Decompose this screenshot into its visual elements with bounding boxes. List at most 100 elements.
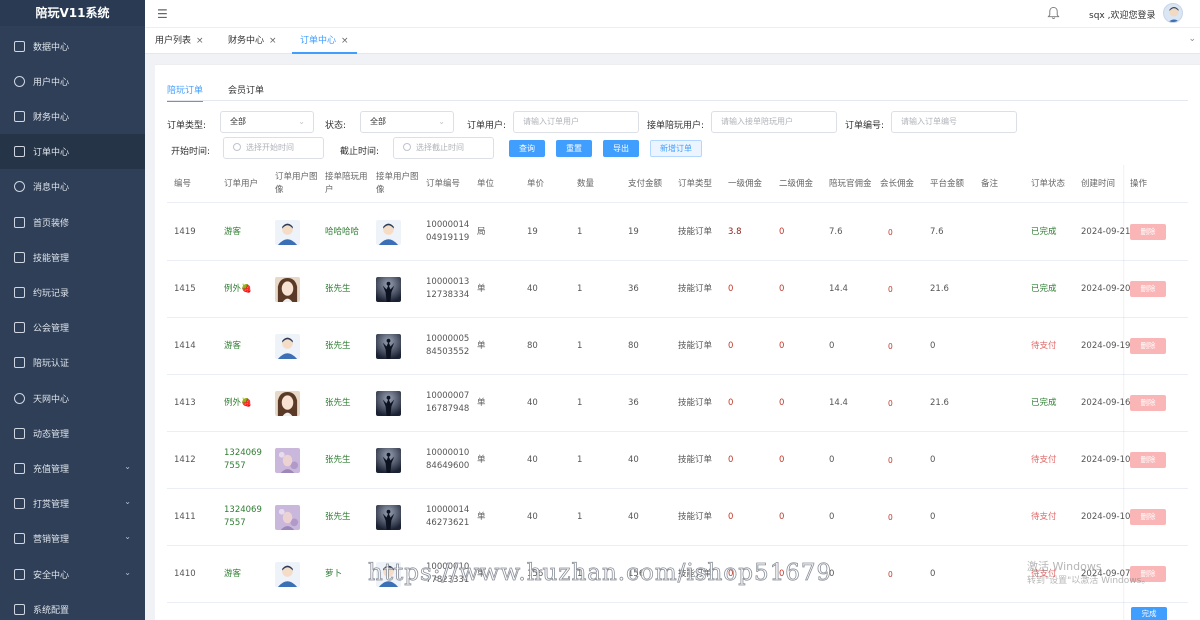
column-header: 会长佣金 (880, 178, 915, 189)
cell-type: 技能订单 (678, 454, 713, 465)
chevron-down-icon: ⌄ (124, 568, 131, 577)
query-button[interactable]: 查询 (509, 140, 545, 157)
certify-icon (14, 357, 25, 368)
order-user-image (275, 261, 323, 317)
cell-c1: 0 (728, 283, 734, 294)
chart-icon (14, 41, 25, 52)
cell-companion: 张先生 (325, 283, 351, 294)
reset-button[interactable]: 重置 (556, 140, 592, 157)
dynamic-icon (14, 428, 25, 439)
companion-input[interactable]: 请输入接单陪玩用户 (711, 111, 837, 133)
done-button[interactable]: 完成 (1131, 607, 1167, 620)
sidebar-item-3[interactable]: 订单中心 (0, 134, 145, 169)
delete-button[interactable]: 删除 (1130, 395, 1166, 411)
sidebar-item-13[interactable]: 打赏管理 ⌄ (0, 486, 145, 521)
dark-silhouette-image (376, 333, 401, 359)
sidebar-item-label: 数据中心 (33, 43, 70, 53)
cell-status: 待支付 (1031, 511, 1057, 522)
status-select[interactable]: 全部 ⌄ (360, 111, 454, 133)
cell-type: 技能订单 (678, 226, 713, 237)
bell-icon[interactable] (1047, 6, 1060, 20)
cell-type: 技能订单 (678, 397, 713, 408)
cell-qty: 1 (577, 454, 583, 465)
guild-icon (14, 322, 25, 333)
sidebar-item-label: 首页装修 (33, 219, 70, 229)
cell-created: 2024-09-07 (1081, 568, 1131, 579)
cell-c4: 0 (888, 227, 893, 237)
tab-label: 订单中心 (300, 36, 337, 46)
cell-c2: 0 (779, 397, 785, 408)
sidebar-item-0[interactable]: 数据中心 (0, 29, 145, 64)
column-header: 创建时间 (1081, 178, 1116, 189)
export-button[interactable]: 导出 (603, 140, 639, 157)
cell-type: 技能订单 (678, 568, 713, 579)
divider (167, 100, 1188, 101)
close-icon[interactable]: × (196, 36, 204, 46)
reward-icon (14, 498, 25, 509)
sidebar-item-10[interactable]: 天网中心 (0, 381, 145, 416)
avatar[interactable] (1163, 3, 1183, 23)
order-user-input[interactable]: 请输入订单用户 (513, 111, 639, 133)
close-icon[interactable]: × (269, 36, 277, 46)
sidebar-item-15[interactable]: 安全中心 ⌄ (0, 557, 145, 592)
sidebar-item-5[interactable]: 首页装修 (0, 205, 145, 240)
subtab-member-orders[interactable]: 会员订单 (228, 83, 264, 100)
sidebar-item-4[interactable]: 消息中心 (0, 169, 145, 204)
delete-button[interactable]: 删除 (1130, 224, 1166, 240)
order-no-input[interactable]: 请输入订单编号 (891, 111, 1017, 133)
order-type-select[interactable]: 全部 ⌄ (220, 111, 314, 133)
cell-c1: 0 (728, 511, 734, 522)
close-icon[interactable]: × (341, 36, 349, 46)
sidebar-item-label: 约玩记录 (33, 289, 70, 299)
cell-platform: 0 (930, 511, 936, 522)
tab-finance[interactable]: 财务中心 × (220, 28, 285, 54)
cell-id: 1419 (174, 226, 196, 237)
sidebar-item-7[interactable]: 约玩记录 (0, 275, 145, 310)
sidebar-item-1[interactable]: 用户中心 (0, 64, 145, 99)
cell-created: 2024-09-20 (1081, 283, 1131, 294)
fixed-column-shadow (1123, 165, 1125, 620)
sidebar-item-8[interactable]: 公会管理 (0, 310, 145, 345)
delete-button[interactable]: 删除 (1130, 509, 1166, 525)
tab-orders[interactable]: 订单中心 × (292, 28, 357, 54)
cell-companion: 哈哈哈哈 (325, 226, 360, 237)
cell-c3: 0 (829, 511, 835, 522)
cell-qty: 1 (577, 283, 583, 294)
sidebar-item-14[interactable]: 营销管理 ⌄ (0, 521, 145, 556)
delete-button[interactable]: 删除 (1130, 452, 1166, 468)
cell-price: 156 (527, 568, 544, 579)
sidebar-item-6[interactable]: 技能管理 (0, 240, 145, 275)
cell-remark (981, 489, 1029, 545)
cell-id: 1412 (174, 454, 196, 465)
cell-user: 游客 (224, 568, 242, 579)
delete-button[interactable]: 删除 (1130, 338, 1166, 354)
cell-remark (981, 261, 1029, 317)
start-time-picker[interactable]: 选择开始时间 (223, 137, 324, 159)
cell-price: 40 (527, 397, 538, 408)
delete-button[interactable]: 删除 (1130, 281, 1166, 297)
sidebar-item-9[interactable]: 陪玩认证 (0, 345, 145, 380)
end-time-picker[interactable]: 选择截止时间 (393, 137, 494, 159)
chevron-down-icon[interactable]: ⌄ (1188, 34, 1196, 44)
delete-button[interactable]: 删除 (1130, 566, 1166, 582)
sidebar-item-12[interactable]: 充值管理 ⌄ (0, 451, 145, 486)
order-user-image (275, 318, 323, 374)
settings-icon (14, 604, 25, 615)
tab-user-list[interactable]: 用户列表 × (147, 28, 212, 54)
sidebar-item-11[interactable]: 动态管理 (0, 416, 145, 451)
main-panel: 陪玩订单 会员订单 订单类型: 全部 ⌄ 状态: 全部 ⌄ 订单用户: 请输入订单用… (155, 64, 1200, 620)
sidebar-item-label: 系统配置 (33, 606, 70, 616)
sidebar-item-16[interactable]: 系统配置 (0, 592, 145, 620)
chevron-down-icon: ⌄ (124, 497, 131, 506)
cell-companion: 萝卜 (325, 568, 343, 579)
sidebar-item-2[interactable]: 财务中心 (0, 99, 145, 134)
add-order-button[interactable]: 新增订单 (650, 140, 702, 157)
cell-status: 待支付 (1031, 568, 1057, 579)
cell-qty: 1 (577, 568, 583, 579)
recharge-icon (14, 463, 25, 474)
menu-toggle-icon[interactable]: ☰ (157, 7, 168, 21)
action-cell: 删除 (1130, 489, 1184, 545)
cell-remark (981, 432, 1029, 488)
globe-icon (14, 393, 25, 404)
cell-c4: 0 (888, 512, 893, 522)
